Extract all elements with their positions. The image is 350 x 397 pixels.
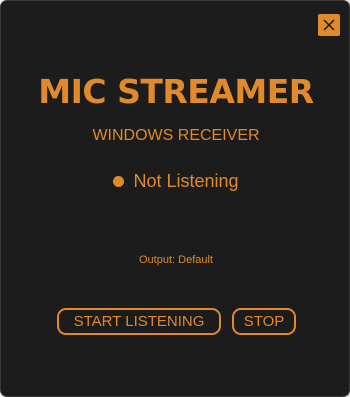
app-window: MIC STREAMER WINDOWS RECEIVER Not Listen… [0, 0, 350, 397]
close-button[interactable] [318, 14, 340, 36]
status-dot-icon [113, 175, 125, 187]
app-title: MIC STREAMER [38, 72, 314, 111]
close-icon [323, 19, 335, 31]
status-text: Not Listening [133, 171, 239, 191]
status-indicator: Not Listening [1, 170, 349, 192]
stop-button[interactable]: STOP [232, 308, 296, 335]
app-subtitle: WINDOWS RECEIVER [92, 127, 260, 144]
start-listening-button[interactable]: START LISTENING [57, 308, 221, 335]
output-device-label: Output: Default [139, 254, 213, 266]
